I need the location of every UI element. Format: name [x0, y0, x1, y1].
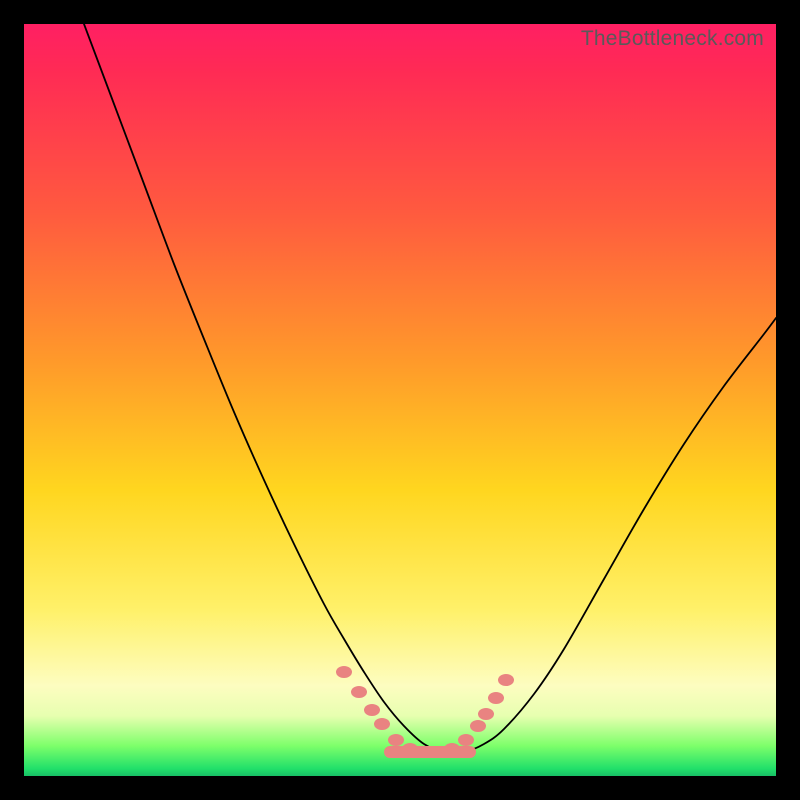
chart-frame: TheBottleneck.com [0, 0, 800, 800]
trough-bar [384, 746, 476, 758]
trough-marker [336, 666, 352, 678]
plot-area: TheBottleneck.com [24, 24, 776, 776]
trough-marker [470, 720, 486, 732]
bottleneck-curve-line [84, 24, 776, 753]
curve-layer [24, 24, 776, 776]
trough-marker [351, 686, 367, 698]
trough-marker [364, 704, 380, 716]
trough-marker [488, 692, 504, 704]
trough-marker [478, 708, 494, 720]
trough-marker [498, 674, 514, 686]
trough-marker [388, 734, 404, 746]
trough-marker [458, 734, 474, 746]
trough-marker [374, 718, 390, 730]
